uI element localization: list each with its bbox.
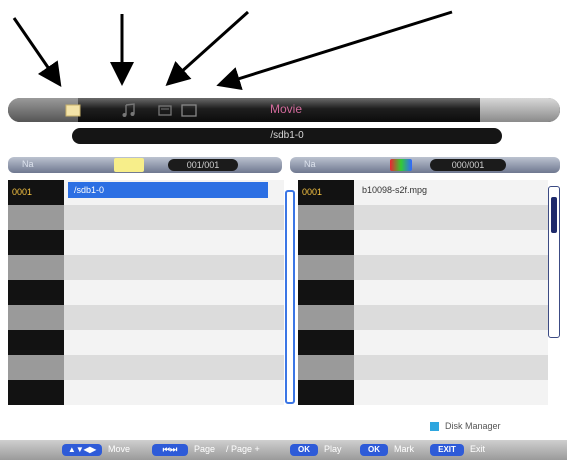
row-number (8, 305, 64, 330)
right-scrollbar[interactable] (548, 186, 560, 338)
row-number (298, 380, 354, 405)
row-number (8, 380, 64, 405)
media-type-title: Movie (270, 102, 303, 116)
list-item[interactable] (298, 330, 548, 355)
row-number (8, 205, 64, 230)
photo-icon[interactable] (156, 102, 174, 118)
folder-icon[interactable] (64, 102, 82, 118)
page-keys-icon: ⏮⏭ (152, 444, 188, 456)
left-file-counter: 001/001 (168, 159, 238, 171)
list-item[interactable] (8, 255, 284, 280)
mark-label: Mark (394, 444, 414, 454)
right-scroll-thumb[interactable] (551, 197, 557, 233)
list-item[interactable] (8, 280, 284, 305)
left-panel-header: Na 001/001 (8, 157, 282, 173)
row-number (298, 355, 354, 380)
current-path: /sdb1-0 (72, 128, 502, 144)
mark-key: OK (360, 444, 388, 456)
play-label: Play (324, 444, 342, 454)
row-number (8, 355, 64, 380)
row-number (298, 230, 354, 255)
arrow-1 (12, 17, 62, 87)
arrow-3 (165, 10, 250, 87)
row-number (8, 280, 64, 305)
list-item[interactable] (298, 280, 548, 305)
row-number (8, 230, 64, 255)
row-number (8, 255, 64, 280)
move-label: Move (108, 444, 131, 454)
list-item[interactable] (8, 305, 284, 330)
list-item[interactable] (298, 230, 548, 255)
right-header-label: Na (304, 159, 316, 169)
row-number (8, 330, 64, 355)
list-item[interactable]: 0001/sdb1-0 (8, 180, 284, 205)
row-number (298, 280, 354, 305)
row-number (298, 330, 354, 355)
exit-label: Exit (470, 444, 486, 454)
selected-item[interactable]: /sdb1-0 (68, 182, 268, 198)
list-item[interactable] (298, 355, 548, 380)
arrow-keys-icon: ▲▼◀▶ (62, 444, 102, 456)
right-file-list: 0001 b10098-s2f.mpg (298, 180, 548, 410)
list-item[interactable]: 0001 b10098-s2f.mpg (298, 180, 548, 205)
list-item[interactable] (298, 255, 548, 280)
left-file-list: 0001/sdb1-0 (8, 180, 284, 410)
arrow-4 (216, 10, 453, 91)
folder-icon (114, 158, 144, 172)
row-number: 0001 (8, 180, 64, 205)
movie-thumbnail-icon (390, 159, 412, 171)
disk-manager-color-icon (430, 422, 439, 431)
annotation-arrows (12, 10, 453, 91)
right-panel-header: Na 000/001 (290, 157, 560, 173)
list-item[interactable] (298, 380, 548, 405)
list-item[interactable] (8, 380, 284, 405)
music-note-icon[interactable] (120, 102, 138, 118)
movie-icon[interactable] (180, 102, 198, 118)
list-item[interactable] (8, 230, 284, 255)
list-item[interactable] (8, 355, 284, 380)
page-sub-label: / Page + (226, 444, 260, 454)
row-number (298, 305, 354, 330)
row-number (298, 205, 354, 230)
media-type-bar: Movie (8, 98, 560, 122)
disk-manager-label: Disk Manager (445, 421, 501, 431)
exit-key: EXIT (430, 444, 464, 456)
list-item[interactable] (298, 205, 548, 230)
row-number (298, 255, 354, 280)
left-header-label: Na (22, 159, 34, 169)
list-item[interactable] (298, 305, 548, 330)
left-scrollbar[interactable] (285, 190, 295, 404)
list-item[interactable] (8, 205, 284, 230)
page-label: Page (194, 444, 216, 454)
row-number: 0001 (298, 180, 354, 205)
right-file-counter: 000/001 (430, 159, 506, 171)
item-name: b10098-s2f.mpg (362, 185, 428, 195)
list-item[interactable] (8, 330, 284, 355)
screen: Movie /sdb1-0 Na 001/001 Na 000/001 0001… (0, 0, 567, 465)
play-key: OK (290, 444, 318, 456)
